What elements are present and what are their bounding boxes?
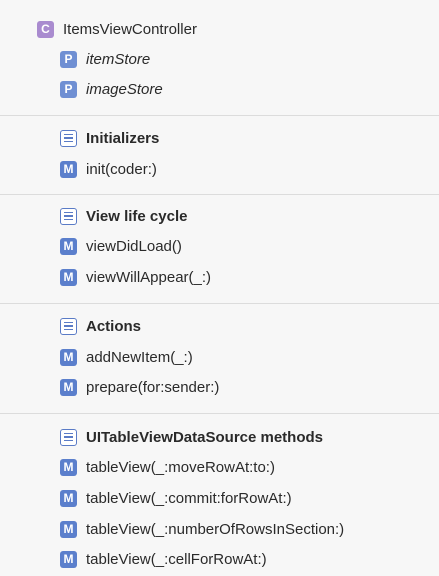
divider [0, 194, 439, 195]
mark-list-icon [60, 207, 77, 225]
method-icon: M [60, 458, 77, 476]
method-icon: M [60, 520, 77, 538]
method-row-cellforrowat[interactable]: M tableView(_:cellForRowAt:) [60, 545, 267, 573]
mark-row-actions[interactable]: Actions [60, 312, 141, 340]
method-icon: M [60, 348, 77, 366]
mark-row-uitableviewdatasource[interactable]: UITableViewDataSource methods [60, 423, 323, 451]
mark-list-icon [60, 129, 77, 147]
method-label: viewWillAppear(_:) [86, 268, 212, 286]
mark-list-icon [60, 428, 77, 446]
property-row-itemstore[interactable]: P itemStore [60, 45, 150, 73]
mark-row-view-life-cycle[interactable]: View life cycle [60, 202, 187, 230]
property-label: imageStore [86, 80, 163, 98]
method-row-viewdidload[interactable]: M viewDidLoad() [60, 232, 182, 260]
method-label: tableView(_:numberOfRowsInSection:) [86, 520, 345, 538]
method-label: init(coder:) [86, 160, 157, 178]
method-row-addnewitem[interactable]: M addNewItem(_:) [60, 343, 193, 371]
mark-label: Initializers [86, 129, 160, 147]
property-icon: P [60, 80, 77, 98]
divider [0, 413, 439, 414]
method-icon: M [60, 489, 77, 507]
class-row[interactable]: C ItemsViewController [37, 15, 197, 43]
mark-label: UITableViewDataSource methods [86, 428, 324, 446]
method-label: tableView(_:commit:forRowAt:) [86, 489, 292, 507]
method-row-numberofrows[interactable]: M tableView(_:numberOfRowsInSection:) [60, 515, 344, 543]
property-label: itemStore [86, 50, 151, 68]
property-icon: P [60, 50, 77, 68]
method-row-init-coder[interactable]: M init(coder:) [60, 155, 157, 183]
mark-label: Actions [86, 317, 142, 335]
mark-list-icon [60, 317, 77, 335]
method-label: tableView(_:moveRowAt:to:) [86, 458, 275, 476]
method-row-commit[interactable]: M tableView(_:commit:forRowAt:) [60, 484, 292, 512]
class-icon: C [37, 20, 54, 38]
method-label: prepare(for:sender:) [86, 378, 220, 396]
method-icon: M [60, 237, 77, 255]
method-row-moverowat[interactable]: M tableView(_:moveRowAt:to:) [60, 453, 275, 481]
class-label: ItemsViewController [63, 20, 197, 38]
divider [0, 303, 439, 304]
mark-label: View life cycle [86, 207, 188, 225]
method-icon: M [60, 268, 77, 286]
method-label: tableView(_:cellForRowAt:) [86, 550, 267, 568]
method-row-viewwillappear[interactable]: M viewWillAppear(_:) [60, 263, 211, 291]
method-label: addNewItem(_:) [86, 348, 193, 366]
method-icon: M [60, 378, 77, 396]
method-row-prepare[interactable]: M prepare(for:sender:) [60, 373, 219, 401]
method-icon: M [60, 550, 77, 568]
divider [0, 115, 439, 116]
property-row-imagestore[interactable]: P imageStore [60, 75, 163, 103]
method-label: viewDidLoad() [86, 237, 182, 255]
mark-row-initializers[interactable]: Initializers [60, 124, 159, 152]
method-icon: M [60, 160, 77, 178]
